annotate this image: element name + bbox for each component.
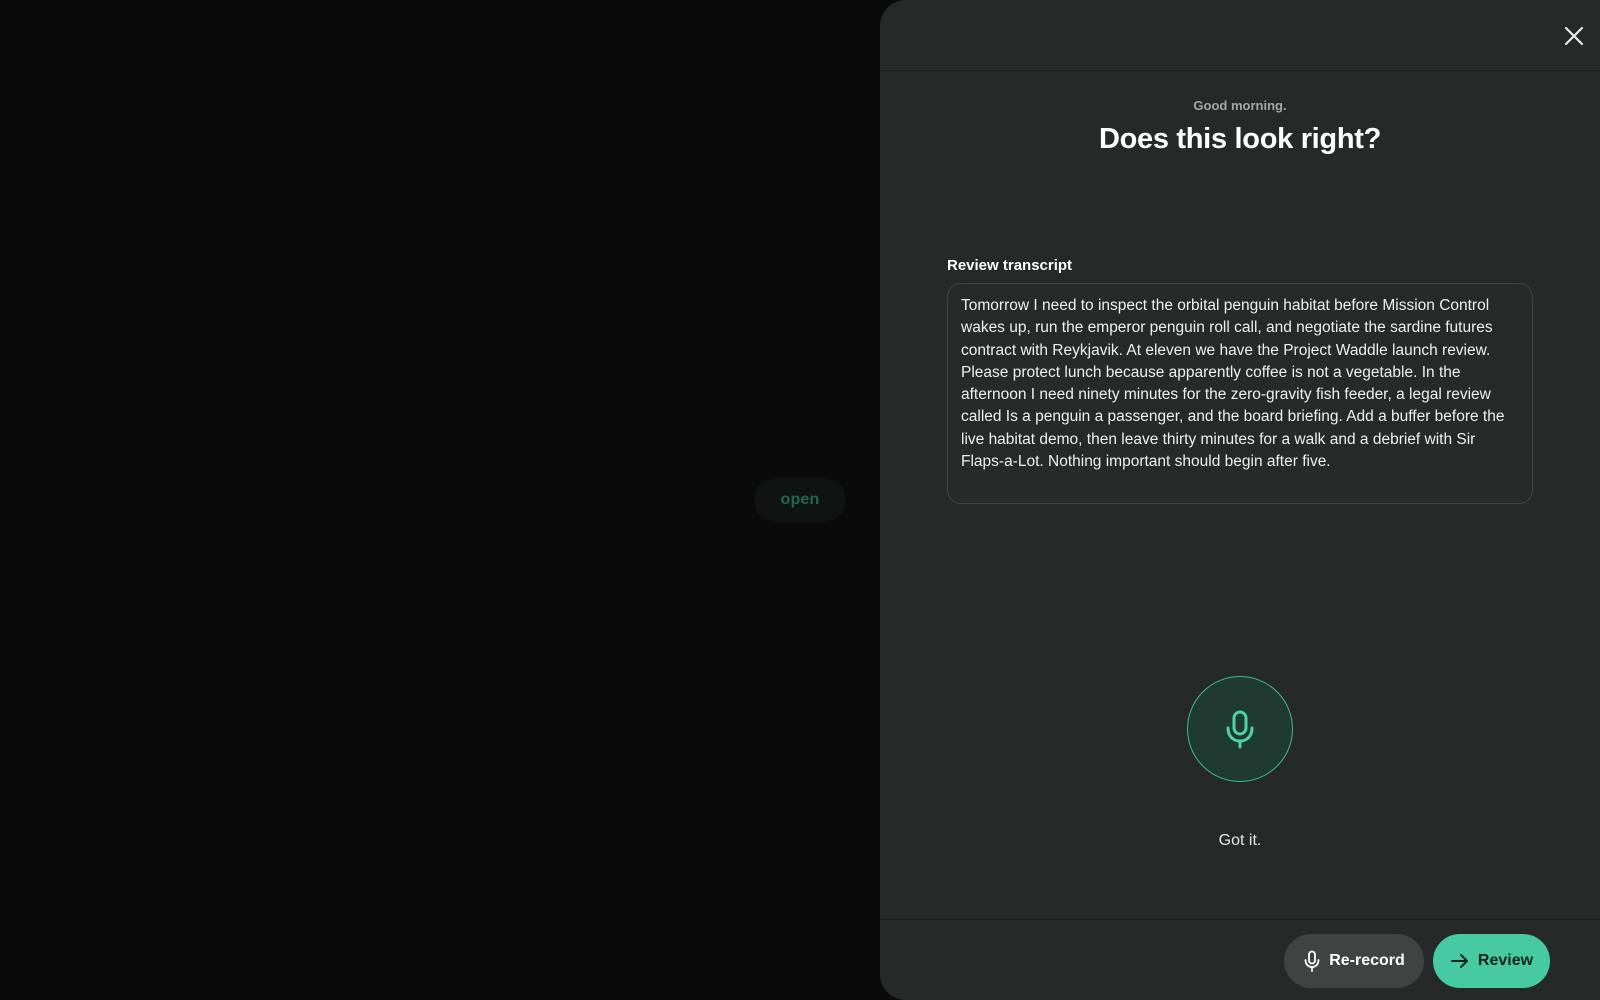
review-label: Review xyxy=(1477,952,1534,969)
voice-review-panel: Good morning. Does this look right? Revi… xyxy=(880,0,1600,1000)
page-title: Does this look right? xyxy=(1098,123,1382,155)
rerecord-label: Re-record xyxy=(1329,952,1405,969)
microphone-button[interactable] xyxy=(1187,676,1293,782)
transcript-textarea[interactable]: Tomorrow I need to inspect the orbital p… xyxy=(947,283,1533,504)
microphone-icon xyxy=(1226,710,1254,749)
status-text: Got it. xyxy=(1218,832,1262,849)
arrow-right-icon xyxy=(1450,954,1468,968)
greeting-text: Good morning. xyxy=(1193,98,1287,113)
microphone-icon xyxy=(1304,950,1320,972)
close-button[interactable] xyxy=(1560,22,1588,50)
transcript-label: Review transcript xyxy=(947,257,1073,274)
panel-footer: Re-record Review xyxy=(880,919,1600,1000)
close-icon xyxy=(1564,26,1584,46)
review-button[interactable]: Review xyxy=(1433,934,1550,988)
open-button[interactable]: open xyxy=(754,478,846,522)
panel-header xyxy=(880,0,1600,71)
rerecord-button[interactable]: Re-record xyxy=(1284,934,1424,988)
